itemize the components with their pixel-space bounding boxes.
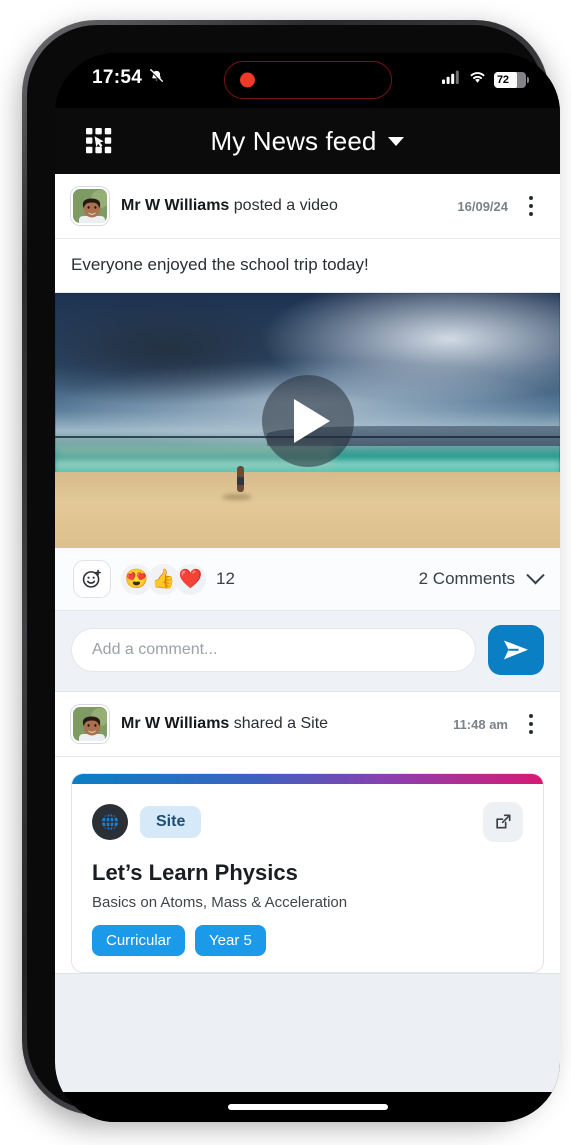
post-author: Mr W Williams: [121, 197, 230, 214]
post-action: shared a Site: [233, 715, 329, 732]
status-bar: 17:54 72: [55, 53, 560, 108]
reaction-bar: 😍 👍 ❤️ 12 2 Comments: [55, 548, 560, 611]
apps-grid-icon[interactable]: [84, 126, 114, 156]
kebab-menu-icon[interactable]: [518, 196, 544, 216]
comment-composer: Add a comment...: [55, 611, 560, 691]
site-card-body: Site Let’s Learn Physics Basics on Atoms…: [72, 784, 543, 972]
post-shared-site: Mr W Williams shared a Site 11:48 am Sit…: [55, 692, 560, 974]
post-text: Everyone enjoyed the school trip today!: [55, 239, 560, 293]
wifi-icon: [468, 70, 487, 89]
status-bar-right: 72: [442, 70, 529, 89]
post-author: Mr W Williams: [121, 715, 230, 732]
tag[interactable]: Curricular: [92, 925, 186, 956]
header-title-group[interactable]: My News feed: [55, 108, 560, 174]
dynamic-island[interactable]: [223, 61, 392, 99]
globe-icon: [92, 804, 128, 840]
external-link-icon[interactable]: [483, 802, 523, 842]
video-sand: [55, 471, 560, 548]
status-bar-left: 17:54: [92, 67, 165, 89]
site-card-subtitle: Basics on Atoms, Mass & Acceleration: [92, 894, 348, 911]
video-thumbnail[interactable]: [55, 293, 560, 548]
page-title: My News feed: [210, 125, 377, 156]
site-card-header: Site: [92, 802, 523, 842]
comments-toggle[interactable]: 2 Comments: [418, 565, 545, 589]
chevron-down-icon: [526, 565, 545, 584]
comments-label: 2 Comments: [418, 569, 515, 588]
video-person-shadow: [221, 493, 252, 500]
reaction-count: 12: [216, 569, 235, 588]
reaction-emojis[interactable]: 😍 👍 ❤️: [121, 563, 206, 595]
phone-frame: 17:54 72 My News feed Mr W Williams post…: [22, 20, 560, 1122]
post-timestamp: 16/09/24: [457, 198, 508, 214]
chevron-down-icon[interactable]: [388, 136, 405, 146]
avatar[interactable]: [71, 705, 109, 743]
battery-indicator: 72: [494, 71, 529, 88]
card-accent-stripe: [72, 774, 543, 784]
post-timestamp: 11:48 am: [453, 716, 508, 732]
add-reaction-icon[interactable]: [73, 560, 111, 598]
send-icon[interactable]: [488, 625, 544, 675]
news-feed[interactable]: Mr W Williams posted a video 16/09/24 Ev…: [55, 174, 560, 1092]
avatar[interactable]: [71, 187, 109, 225]
site-type-badge: Site: [140, 806, 202, 838]
site-card-title: Let’s Learn Physics: [92, 860, 298, 885]
video-person: [236, 465, 244, 492]
site-card[interactable]: Site Let’s Learn Physics Basics on Atoms…: [71, 773, 544, 973]
kebab-menu-icon[interactable]: [518, 714, 544, 734]
shared-card-container: Site Let’s Learn Physics Basics on Atoms…: [55, 757, 560, 973]
post-meta: Mr W Williams posted a video: [121, 197, 449, 215]
post-action: posted a video: [233, 197, 338, 214]
reaction-emoji[interactable]: ❤️: [175, 563, 206, 595]
post-header: Mr W Williams posted a video 16/09/24: [55, 174, 560, 239]
comment-input[interactable]: Add a comment...: [71, 628, 476, 672]
battery-cap: [527, 76, 529, 83]
record-dot-icon: [239, 72, 255, 88]
bell-slash-icon: [148, 67, 165, 89]
tag[interactable]: Year 5: [195, 925, 266, 956]
cellular-signal-icon: [442, 70, 461, 89]
battery-percent: 72: [497, 73, 509, 86]
post-video: Mr W Williams posted a video 16/09/24 Ev…: [55, 174, 560, 692]
app-header: My News feed: [55, 108, 560, 174]
home-bar[interactable]: [227, 1104, 388, 1110]
phone-screen: 17:54 72 My News feed Mr W Williams post…: [55, 53, 560, 1122]
home-indicator-area: [55, 1092, 560, 1122]
post-header: Mr W Williams shared a Site 11:48 am: [55, 692, 560, 757]
post-meta: Mr W Williams shared a Site: [121, 715, 445, 733]
status-time: 17:54: [92, 67, 143, 88]
site-card-tags: Curricular Year 5: [92, 925, 523, 956]
screenshot-root: 17:54 72 My News feed Mr W Williams post…: [0, 0, 571, 1145]
play-triangle: [293, 398, 330, 443]
play-icon[interactable]: [261, 374, 354, 467]
